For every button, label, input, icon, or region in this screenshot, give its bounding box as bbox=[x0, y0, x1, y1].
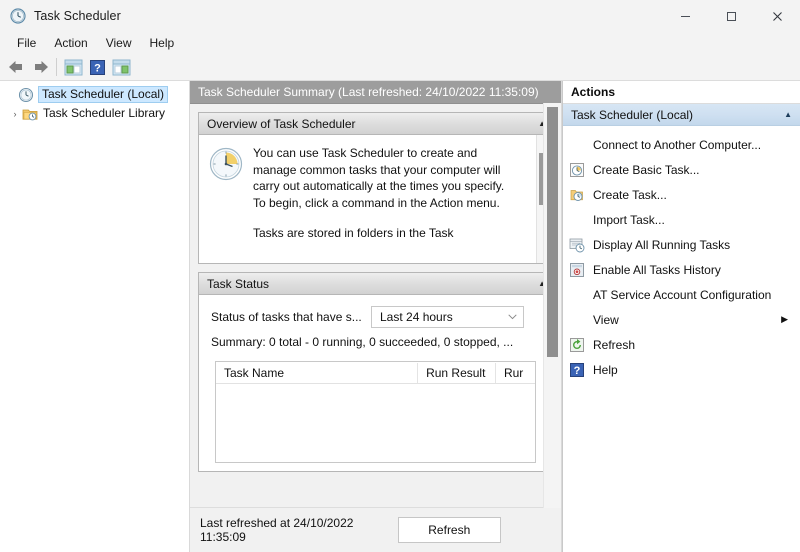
column-header-run-result[interactable]: Run Result bbox=[418, 362, 496, 383]
toolbar-separator bbox=[56, 58, 57, 76]
summary-pane-scrollbar-thumb[interactable] bbox=[547, 107, 558, 357]
chevron-right-icon[interactable]: › bbox=[8, 109, 22, 119]
refresh-icon bbox=[569, 337, 585, 353]
overview-text: You can use Task Scheduler to create and… bbox=[253, 145, 508, 263]
task-status-table: Task Name Run Result Rur bbox=[215, 361, 536, 463]
summary-pane-scrollbar[interactable] bbox=[543, 103, 561, 508]
summary-footer: Last refreshed at 24/10/2022 11:35:09 Re… bbox=[190, 507, 561, 552]
task-status-summary-line: Summary: 0 total - 0 running, 0 succeede… bbox=[211, 335, 514, 349]
chevron-down-icon[interactable] bbox=[508, 312, 517, 322]
action-help[interactable]: ? Help bbox=[563, 357, 800, 382]
task-status-group-title: Task Status bbox=[207, 276, 270, 291]
task-scheduler-window: Task Scheduler File Action View Help ? T… bbox=[0, 0, 800, 552]
action-label: Create Task... bbox=[593, 187, 667, 202]
forward-arrow-icon[interactable] bbox=[28, 56, 52, 78]
actions-group-title: Task Scheduler (Local) bbox=[571, 107, 694, 122]
no-icon bbox=[569, 312, 585, 328]
menu-view[interactable]: View bbox=[97, 33, 141, 53]
clock-icon bbox=[18, 87, 34, 103]
overview-paragraph-2: Tasks are stored in folders in the Task bbox=[253, 226, 454, 240]
action-label: View bbox=[593, 312, 619, 327]
task-status-group: Task Status ▲ Status of tasks that have … bbox=[198, 272, 553, 472]
no-icon bbox=[569, 287, 585, 303]
refresh-button[interactable]: Refresh bbox=[397, 517, 501, 543]
action-import-task[interactable]: Import Task... bbox=[563, 207, 800, 232]
menu-action[interactable]: Action bbox=[45, 33, 96, 53]
chevron-right-icon[interactable]: ▶ bbox=[781, 315, 788, 324]
display-running-tasks-icon bbox=[569, 237, 585, 253]
menu-help[interactable]: Help bbox=[141, 33, 184, 53]
tree-item-label: Task Scheduler Library bbox=[43, 106, 166, 120]
action-label: Display All Running Tasks bbox=[593, 237, 731, 252]
minimize-button[interactable] bbox=[662, 0, 708, 32]
action-view[interactable]: View ▶ bbox=[563, 307, 800, 332]
action-create-basic-task[interactable]: Create Basic Task... bbox=[563, 157, 800, 182]
maximize-button[interactable] bbox=[708, 0, 754, 32]
table-header-row: Task Name Run Result Rur bbox=[216, 362, 535, 384]
action-label: Help bbox=[593, 362, 618, 377]
enable-history-icon bbox=[569, 262, 585, 278]
tree-item-task-scheduler-library[interactable]: › Task Scheduler Library bbox=[0, 104, 189, 123]
task-status-group-body: Status of tasks that have s... Last 24 h… bbox=[199, 295, 552, 471]
clock-icon bbox=[10, 8, 26, 24]
folder-clock-icon bbox=[22, 106, 38, 122]
menu-bar: File Action View Help bbox=[0, 32, 800, 54]
summary-body: Overview of Task Scheduler ▲ bbox=[190, 104, 561, 507]
tree-item-task-scheduler-local[interactable]: Task Scheduler (Local) bbox=[0, 85, 189, 104]
summary-header: Task Scheduler Summary (Last refreshed: … bbox=[190, 81, 561, 104]
status-period-label: Status of tasks that have s... bbox=[211, 310, 362, 324]
no-icon bbox=[569, 137, 585, 153]
svg-text:?: ? bbox=[574, 365, 581, 377]
action-connect-to-another-computer[interactable]: Connect to Another Computer... bbox=[563, 132, 800, 157]
tree-item-label: Task Scheduler (Local) bbox=[38, 86, 169, 103]
clock-icon bbox=[209, 147, 243, 181]
status-period-row: Status of tasks that have s... Last 24 h… bbox=[211, 305, 540, 329]
window-controls bbox=[662, 0, 800, 32]
overview-group-title: Overview of Task Scheduler bbox=[207, 116, 356, 131]
overview-group-header[interactable]: Overview of Task Scheduler ▲ bbox=[199, 113, 552, 135]
action-create-task[interactable]: Create Task... bbox=[563, 182, 800, 207]
overview-group-body: You can use Task Scheduler to create and… bbox=[199, 135, 552, 263]
create-task-icon bbox=[569, 187, 585, 203]
console-tree-pane: Task Scheduler (Local) › Task Scheduler … bbox=[0, 81, 190, 552]
last-refreshed-text: Last refreshed at 24/10/2022 11:35:09 bbox=[200, 516, 354, 544]
menu-file[interactable]: File bbox=[8, 33, 45, 53]
action-refresh[interactable]: Refresh bbox=[563, 332, 800, 357]
help-icon: ? bbox=[569, 362, 585, 378]
actions-pane: Actions Task Scheduler (Local) ▲ Connect… bbox=[562, 81, 800, 552]
main-panes: Task Scheduler (Local) › Task Scheduler … bbox=[0, 81, 800, 552]
help-icon[interactable]: ? bbox=[85, 56, 109, 78]
action-at-service-account-configuration[interactable]: AT Service Account Configuration bbox=[563, 282, 800, 307]
action-label: Connect to Another Computer... bbox=[593, 137, 762, 152]
actions-pane-title: Actions bbox=[563, 81, 800, 104]
overview-group: Overview of Task Scheduler ▲ bbox=[198, 112, 553, 264]
no-icon bbox=[569, 212, 585, 228]
svg-text:?: ? bbox=[94, 62, 101, 74]
action-label: Create Basic Task... bbox=[593, 162, 700, 177]
action-label: AT Service Account Configuration bbox=[593, 287, 772, 302]
action-enable-all-tasks-history[interactable]: Enable All Tasks History bbox=[563, 257, 800, 282]
window-title: Task Scheduler bbox=[34, 9, 121, 23]
overview-paragraph-1: You can use Task Scheduler to create and… bbox=[253, 146, 505, 210]
close-button[interactable] bbox=[754, 0, 800, 32]
summary-pane: Task Scheduler Summary (Last refreshed: … bbox=[190, 81, 562, 552]
column-header-task-name[interactable]: Task Name bbox=[216, 362, 419, 383]
status-period-select[interactable]: Last 24 hours bbox=[371, 306, 524, 328]
back-arrow-icon[interactable] bbox=[4, 56, 28, 78]
show-hide-action-pane-icon[interactable] bbox=[109, 56, 133, 78]
action-label: Enable All Tasks History bbox=[593, 262, 721, 277]
title-bar: Task Scheduler bbox=[0, 0, 800, 32]
column-header-run-time[interactable]: Rur bbox=[496, 363, 535, 383]
action-display-all-running-tasks[interactable]: Display All Running Tasks bbox=[563, 232, 800, 257]
actions-list: Connect to Another Computer... Create Ba… bbox=[563, 126, 800, 552]
actions-group-header[interactable]: Task Scheduler (Local) ▲ bbox=[563, 104, 800, 126]
status-period-value: Last 24 hours bbox=[380, 310, 453, 324]
toolbar: ? bbox=[0, 54, 800, 81]
action-label: Refresh bbox=[593, 337, 636, 352]
show-hide-console-tree-icon[interactable] bbox=[61, 56, 85, 78]
chevron-up-icon[interactable]: ▲ bbox=[784, 110, 792, 119]
action-label: Import Task... bbox=[593, 212, 665, 227]
task-status-group-header[interactable]: Task Status ▲ bbox=[199, 273, 552, 295]
create-basic-task-icon bbox=[569, 162, 585, 178]
